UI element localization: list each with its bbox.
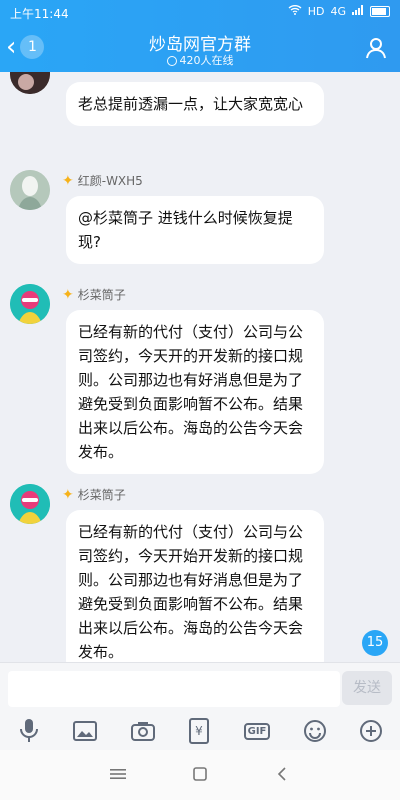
online-count: 420人在线 — [0, 52, 400, 68]
camera-icon[interactable] — [130, 718, 156, 744]
composer: 发送 — [0, 662, 400, 715]
home-icon[interactable] — [188, 762, 212, 786]
sender-name: ✦ 红颜-WXH5 — [62, 172, 143, 189]
send-button[interactable]: 发送 — [342, 671, 392, 705]
avatar[interactable] — [10, 170, 50, 210]
status-icons: HD 4G — [288, 5, 390, 18]
member-star-icon: ✦ — [62, 486, 74, 503]
system-navigation-bar — [0, 750, 400, 800]
sender-name-text: 红颜-WXH5 — [77, 174, 143, 188]
image-icon[interactable] — [72, 718, 98, 744]
gif-label: GIF — [243, 722, 271, 740]
avatar[interactable] — [10, 284, 50, 324]
composer-toolbar: ¥ GIF — [0, 714, 400, 750]
signal-icon — [352, 5, 364, 18]
hd-label: HD — [307, 5, 325, 18]
status-bar: 上午11:44 HD 4G — [0, 0, 400, 24]
red-packet-icon[interactable]: ¥ — [186, 718, 212, 744]
microphone-icon[interactable] — [16, 718, 42, 744]
sender-name-text: 杉菜筒子 — [77, 488, 126, 502]
group-members-icon[interactable] — [364, 36, 388, 60]
wifi-icon — [288, 5, 302, 18]
sender-name: ✦ 杉菜筒子 — [62, 486, 126, 503]
network-label: 4G — [330, 5, 346, 18]
message-bubble[interactable]: 已经有新的代付（支付）公司与公司签约，今天开的开发新的接口规则。公司那边也有好消… — [66, 310, 324, 474]
avatar[interactable] — [10, 484, 50, 524]
chat-header: 上午11:44 HD 4G ‹ 1 炒岛网官方群 420人在线 — [0, 0, 400, 72]
online-text: 420人在线 — [179, 54, 234, 67]
message-bubble[interactable]: 老总提前透漏一点，让大家宽宽心 — [66, 82, 324, 126]
online-dot-icon — [166, 56, 177, 66]
message-bubble[interactable]: @杉菜筒子 进钱什么时候恢复提现? — [66, 196, 324, 264]
message-input[interactable] — [8, 671, 340, 707]
sender-name: ✦ 杉菜筒子 — [62, 286, 126, 303]
sender-name-text: 杉菜筒子 — [77, 288, 126, 302]
avatar[interactable] — [10, 72, 50, 94]
member-star-icon: ✦ — [62, 172, 74, 189]
red-packet-label: ¥ — [195, 724, 203, 738]
member-star-icon: ✦ — [62, 286, 74, 303]
back-nav-icon[interactable] — [270, 762, 294, 786]
chat-area[interactable]: 老总提前透漏一点，让大家宽宽心 ✦ 红颜-WXH5 @杉菜筒子 进钱什么时候恢复… — [0, 72, 400, 662]
gif-icon[interactable]: GIF — [242, 718, 272, 744]
status-time: 上午11:44 — [10, 7, 69, 21]
message-bubble[interactable]: 已经有新的代付（支付）公司与公司签约，今天开始开发新的接口规则。公司那边也有好消… — [66, 510, 324, 662]
battery-icon — [370, 6, 390, 17]
menu-icon[interactable] — [106, 762, 130, 786]
emoji-icon[interactable] — [302, 718, 328, 744]
unread-count-badge[interactable]: 15 — [362, 630, 388, 656]
plus-icon[interactable] — [358, 718, 384, 744]
